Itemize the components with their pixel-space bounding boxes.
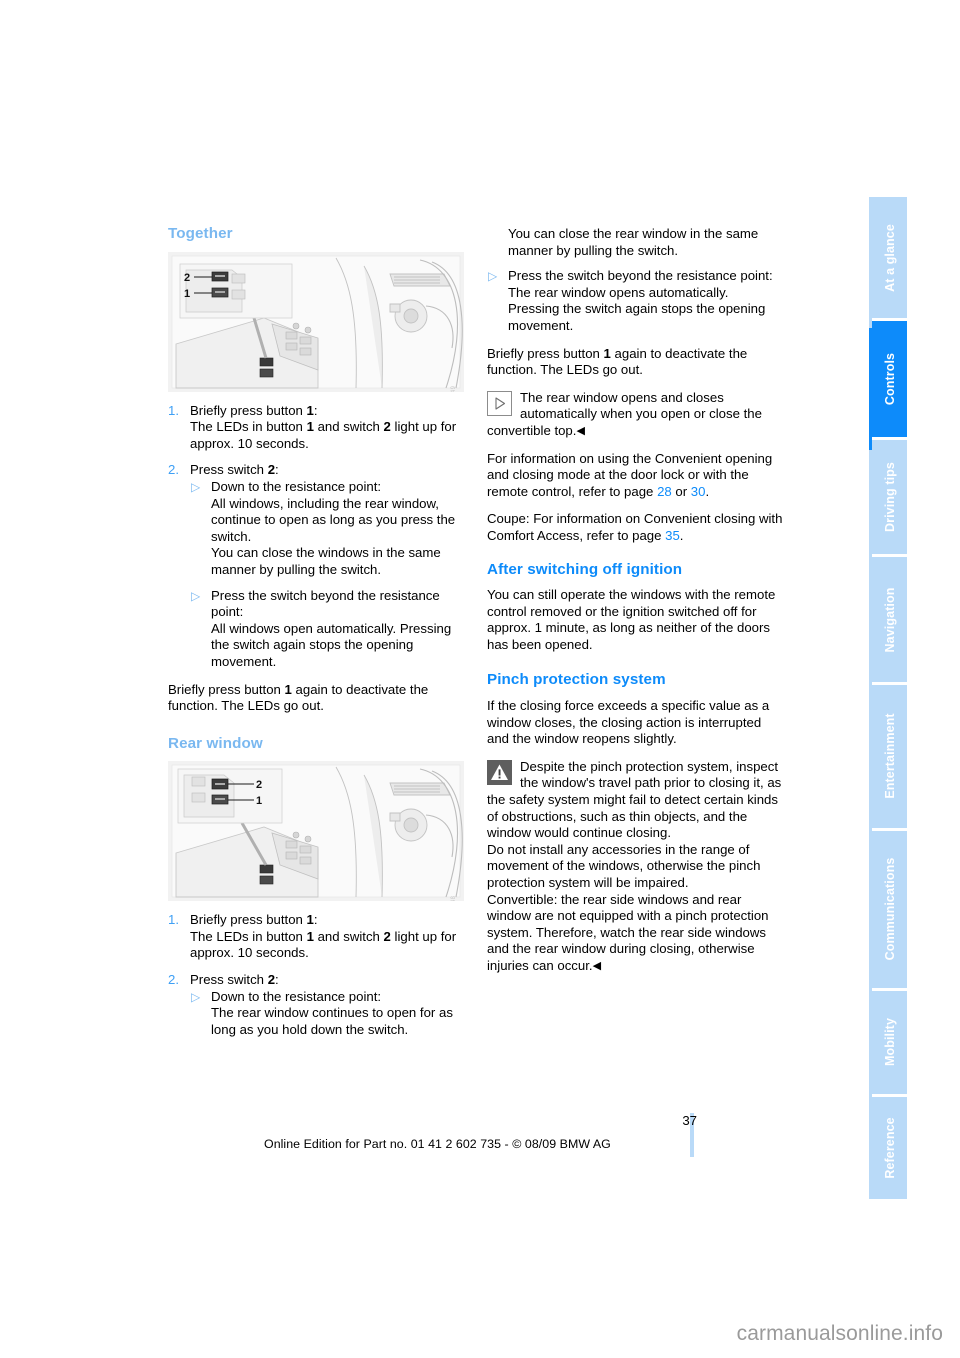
chapter-tab-label: Reference	[882, 1117, 897, 1179]
step-number: 1.	[168, 912, 179, 928]
bullet-text: Press the switch beyond the resistance p…	[508, 268, 773, 333]
warning-end-mark: ◀	[592, 959, 602, 972]
right-column: You can close the rear window in the sam…	[487, 226, 783, 986]
arrow-bullet-icon: ▷	[191, 588, 201, 603]
sidebar-rule-active	[869, 328, 872, 450]
arrow-bullet-icon: ▷	[488, 269, 498, 284]
step-text: Briefly press button 1: The LEDs in butto…	[190, 912, 457, 961]
steps-rear-window: 1. Briefly press button 1: The LEDs in bu…	[168, 912, 464, 1038]
warning-triangle-icon	[487, 759, 512, 785]
bullet-text: Down to the resistance point: All windows…	[211, 478, 456, 577]
coupe-paragraph: Coupe: For information on Convenient clo…	[487, 511, 783, 543]
step-item: 1. Briefly press button 1: The LEDs in bu…	[168, 912, 464, 962]
svg-text:1: 1	[184, 288, 190, 300]
step-number: 1.	[168, 402, 179, 418]
arrow-bullet-icon: ▷	[191, 479, 201, 494]
figure-together-illustration: 2 1	[168, 251, 464, 392]
bullets-rear-window: ▷ Down to the resistance point: The rear …	[190, 989, 464, 1039]
convenient-paragraph: For information on using the Convenient …	[487, 450, 773, 499]
bullet-item: ▷ Press the switch beyond the resistance…	[487, 268, 783, 334]
chapter-tab-label: Controls	[882, 353, 897, 406]
step-item: 2. Press switch 2: ▷ Down to the resista…	[168, 972, 464, 1038]
svg-text:1: 1	[256, 795, 262, 807]
step-number: 2.	[168, 972, 179, 988]
chapter-tab-driving-tips[interactable]: Driving tips	[872, 440, 907, 555]
triangle-outline-icon	[487, 390, 512, 416]
note-box: The rear window opens and closes automat…	[487, 390, 783, 440]
chapter-tab-reference[interactable]: Reference	[872, 1096, 907, 1199]
deactivate-paragraph-rear: Briefly press button 1 again to deactiva…	[487, 345, 748, 378]
chapter-tab-controls[interactable]: Controls	[872, 321, 907, 438]
continuation-text-block: You can close the rear window in the sam…	[487, 226, 783, 259]
warning-text: Despite the pinch protection system, ins…	[487, 758, 782, 973]
heading-rear-window: Rear window	[168, 734, 263, 752]
note-text: The rear window opens and closes automat…	[487, 389, 762, 438]
page-link-35[interactable]: 35	[665, 528, 680, 543]
chapter-tab-navigation[interactable]: Navigation	[872, 557, 907, 683]
note-end-mark: ◀	[576, 424, 585, 437]
bullet-text: Press the switch beyond the resistance p…	[211, 587, 452, 669]
bullet-item: ▷ Down to the resistance point: The rear …	[190, 989, 464, 1039]
step-text: Briefly press button 1: The LEDs in butto…	[190, 402, 457, 451]
figure-together: 2 1 WVC0080549	[168, 251, 464, 392]
bullet-item: ▷ Down to the resistance point: All windo…	[190, 479, 464, 579]
step-item: 2. Press switch 2: ▷ Down to the resista…	[168, 462, 464, 670]
bullet-item: ▷ Press the switch beyond the resistance…	[190, 588, 464, 671]
chapter-tab-label: At a glance	[882, 223, 897, 292]
step-text: Press switch 2:	[190, 462, 279, 478]
continuation-text: You can close the rear window in the sam…	[508, 226, 759, 258]
footer-edition-line: Online Edition for Part no. 01 41 2 602 …	[264, 1137, 611, 1151]
steps-together: 1. Briefly press button 1: The LEDs in bu…	[168, 403, 464, 671]
deactivate-paragraph-together: Briefly press button 1 again to deactiva…	[168, 681, 429, 714]
manual-page: At a glance Controls Driving tips Navigatio…	[0, 0, 960, 1358]
chapter-tab-sidebar: At a glance Controls Driving tips Navigatio…	[872, 197, 907, 1199]
heading-together: Together	[168, 225, 233, 242]
page-link-28[interactable]: 28	[657, 484, 672, 499]
page-link-30[interactable]: 30	[691, 484, 706, 499]
bullets-together: ▷ Down to the resistance point: All windo…	[190, 479, 464, 671]
watermark: carmanualsonline.info	[736, 1322, 943, 1345]
chapter-tab-label: Mobility	[882, 1018, 897, 1067]
chapter-tab-mobility[interactable]: Mobility	[872, 991, 907, 1094]
figure-code: WVC0080548	[445, 895, 462, 901]
warning-triangle-glyph	[491, 764, 508, 780]
warning-box: Despite the pinch protection system, ins…	[487, 759, 783, 975]
svg-text:2: 2	[256, 779, 262, 791]
page-number: 37	[682, 1113, 697, 1128]
chapter-tab-communications[interactable]: Communications	[872, 830, 907, 989]
chapter-tab-entertainment[interactable]: Entertainment	[872, 685, 907, 828]
heading-pinch-protection-system: Pinch protection system	[487, 671, 666, 689]
heading-after-switching-off-ignition: After switching off ignition	[487, 560, 683, 578]
chapter-tab-label: Navigation	[882, 587, 897, 653]
ignition-paragraph: You can still operate the windows with t…	[487, 587, 776, 652]
bullets-rear-window-continued: ▷ Press the switch beyond the resistance…	[487, 268, 783, 334]
chapter-tab-label: Driving tips	[882, 462, 897, 533]
figure-rear-window: 2 1 WVC0080548	[168, 761, 464, 902]
bullet-text: Down to the resistance point: The rear wi…	[211, 988, 453, 1037]
svg-text:2: 2	[184, 272, 190, 284]
figure-rear-window-illustration: 2 1	[168, 761, 464, 902]
chapter-tab-label: Communications	[882, 857, 897, 961]
triangle-outline-glyph	[495, 397, 506, 410]
step-number: 2.	[168, 462, 179, 478]
arrow-bullet-icon: ▷	[191, 989, 201, 1004]
chapter-tab-at-a-glance[interactable]: At a glance	[872, 197, 907, 319]
pinch-paragraph: If the closing force exceeds a specific …	[487, 698, 770, 747]
step-text: Press switch 2:	[190, 972, 279, 988]
figure-code: WVC0080549	[445, 386, 462, 392]
left-column: Together 2 1 1. Briefly press button 1: …	[168, 225, 464, 1038]
chapter-tab-label: Entertainment	[882, 713, 897, 800]
step-item: 1. Briefly press button 1: The LEDs in bu…	[168, 403, 464, 453]
